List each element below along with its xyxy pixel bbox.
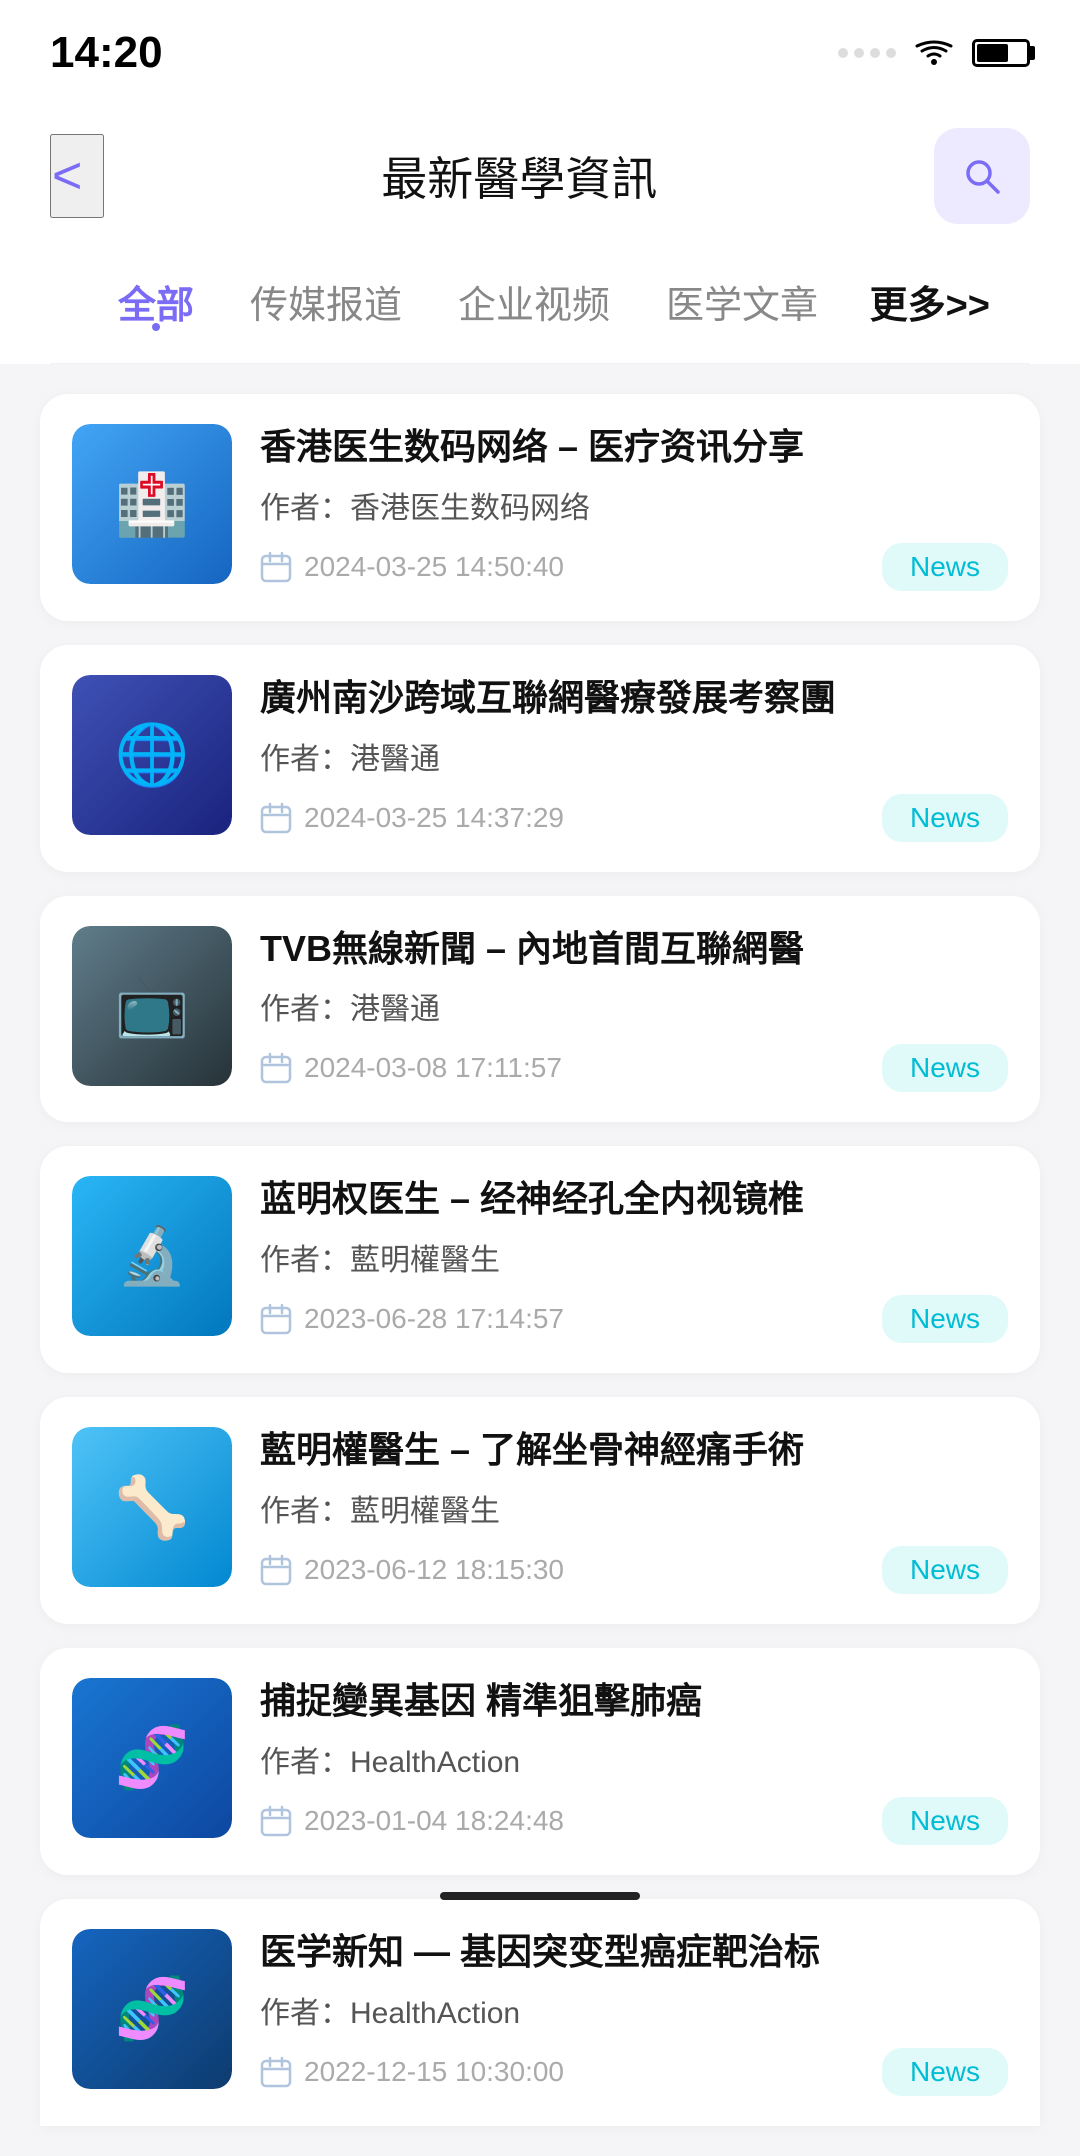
calendar-icon xyxy=(260,1554,292,1586)
back-button[interactable]: < xyxy=(50,134,104,218)
news-tag: News xyxy=(882,543,1008,591)
news-date-row: 2022-12-15 10:30:00 xyxy=(260,2056,564,2088)
calendar-icon xyxy=(260,1052,292,1084)
news-card[interactable]: 香港医生数码网络 – 医疗资讯分享 作者：香港医生数码网络 2024-03-25… xyxy=(40,394,1040,621)
filter-tab-video[interactable]: 企业视频 xyxy=(430,264,638,339)
news-thumbnail xyxy=(72,424,232,584)
filter-tab-media[interactable]: 传媒报道 xyxy=(222,264,430,339)
calendar-icon xyxy=(260,1303,292,1335)
news-author: 作者：HealthAction xyxy=(260,1737,1008,1781)
news-list: 香港医生数码网络 – 医疗资讯分享 作者：香港医生数码网络 2024-03-25… xyxy=(0,364,1080,2156)
news-author: 作者：港醫通 xyxy=(260,734,1008,778)
news-card[interactable]: 蓝明权医生 – 经神经孔全内视镜椎 作者：藍明權醫生 2023-06-28 17… xyxy=(40,1146,1040,1373)
news-thumbnail xyxy=(72,1427,232,1587)
filter-tab-all[interactable]: 全部 xyxy=(90,264,222,339)
news-title: 蓝明权医生 – 经神经孔全内视镜椎 xyxy=(260,1176,1008,1223)
news-meta: 2024-03-25 14:37:29 News xyxy=(260,794,1008,842)
news-title: 香港医生数码网络 – 医疗资讯分享 xyxy=(260,424,1008,471)
news-meta: 2023-06-28 17:14:57 News xyxy=(260,1295,1008,1343)
news-date-row: 2023-06-12 18:15:30 xyxy=(260,1554,564,1586)
news-thumbnail xyxy=(72,1176,232,1336)
news-date: 2023-01-04 18:24:48 xyxy=(304,1805,564,1837)
news-content: TVB無線新聞 – 內地首間互聯網醫 作者：港醫通 2024-03-08 17:… xyxy=(260,926,1008,1093)
news-content: 医学新知 — 基因突变型癌症靶治标 作者：HealthAction 2022-1… xyxy=(260,1929,1008,2096)
news-meta: 2024-03-08 17:11:57 News xyxy=(260,1044,1008,1092)
news-title: 医学新知 — 基因突变型癌症靶治标 xyxy=(260,1929,1008,1976)
news-tag: News xyxy=(882,1546,1008,1594)
filter-tab-article[interactable]: 医学文章 xyxy=(638,264,846,339)
signal-icon xyxy=(838,48,896,58)
news-author: 作者：港醫通 xyxy=(260,984,1008,1028)
news-card[interactable]: 廣州南沙跨域互聯網醫療發展考察團 作者：港醫通 2024-03-25 14:37… xyxy=(40,645,1040,872)
news-tag: News xyxy=(882,1797,1008,1845)
news-tag: News xyxy=(882,1295,1008,1343)
news-card[interactable]: TVB無線新聞 – 內地首間互聯網醫 作者：港醫通 2024-03-08 17:… xyxy=(40,896,1040,1123)
news-date: 2024-03-25 14:50:40 xyxy=(304,551,564,583)
news-author: 作者：藍明權醫生 xyxy=(260,1235,1008,1279)
news-author: 作者：香港医生数码网络 xyxy=(260,483,1008,527)
news-thumbnail xyxy=(72,1678,232,1838)
status-time: 14:20 xyxy=(50,28,163,78)
news-date-row: 2023-01-04 18:24:48 xyxy=(260,1805,564,1837)
news-date: 2023-06-28 17:14:57 xyxy=(304,1303,564,1335)
page-title: 最新醫學資訊 xyxy=(104,143,934,209)
news-title: 藍明權醫生 – 了解坐骨神經痛手術 xyxy=(260,1427,1008,1474)
news-meta: 2023-06-12 18:15:30 News xyxy=(260,1546,1008,1594)
news-date-row: 2024-03-25 14:50:40 xyxy=(260,551,564,583)
status-bar: 14:20 xyxy=(0,0,1080,88)
news-author: 作者：藍明權醫生 xyxy=(260,1486,1008,1530)
news-meta: 2022-12-15 10:30:00 News xyxy=(260,2048,1008,2096)
news-content: 捕捉變異基因 精準狙擊肺癌 作者：HealthAction 2023-01-04… xyxy=(260,1678,1008,1845)
news-date: 2022-12-15 10:30:00 xyxy=(304,2056,564,2088)
search-icon xyxy=(960,154,1004,198)
status-icons xyxy=(838,38,1030,68)
news-meta: 2023-01-04 18:24:48 News xyxy=(260,1797,1008,1845)
news-thumbnail xyxy=(72,926,232,1086)
news-date: 2023-06-12 18:15:30 xyxy=(304,1554,564,1586)
calendar-icon xyxy=(260,1805,292,1837)
news-content: 香港医生数码网络 – 医疗资讯分享 作者：香港医生数码网络 2024-03-25… xyxy=(260,424,1008,591)
news-title: 捕捉變異基因 精準狙擊肺癌 xyxy=(260,1678,1008,1725)
filter-more-button[interactable]: 更多>> xyxy=(870,274,990,329)
news-content: 蓝明权医生 – 经神经孔全内视镜椎 作者：藍明權醫生 2023-06-28 17… xyxy=(260,1176,1008,1343)
news-card[interactable]: 藍明權醫生 – 了解坐骨神經痛手術 作者：藍明權醫生 2023-06-12 18… xyxy=(40,1397,1040,1624)
news-card[interactable]: 捕捉變異基因 精準狙擊肺癌 作者：HealthAction 2023-01-04… xyxy=(40,1648,1040,1875)
news-title: 廣州南沙跨域互聯網醫療發展考察團 xyxy=(260,675,1008,722)
news-date-row: 2024-03-08 17:11:57 xyxy=(260,1052,562,1084)
news-date: 2024-03-25 14:37:29 xyxy=(304,802,564,834)
calendar-icon xyxy=(260,802,292,834)
news-meta: 2024-03-25 14:50:40 News xyxy=(260,543,1008,591)
news-thumbnail xyxy=(72,1929,232,2089)
battery-icon xyxy=(972,39,1030,67)
news-content: 廣州南沙跨域互聯網醫療發展考察團 作者：港醫通 2024-03-25 14:37… xyxy=(260,675,1008,842)
search-button[interactable] xyxy=(934,128,1030,224)
news-tag: News xyxy=(882,2048,1008,2096)
calendar-icon xyxy=(260,2056,292,2088)
news-date: 2024-03-08 17:11:57 xyxy=(304,1052,562,1084)
home-indicator xyxy=(440,1892,640,1900)
news-tag: News xyxy=(882,794,1008,842)
news-thumbnail xyxy=(72,675,232,835)
header: < 最新醫學資訊 全部 传媒报道 企业视频 医学文章 更多>> xyxy=(0,88,1080,364)
news-author: 作者：HealthAction xyxy=(260,1988,1008,2032)
news-card[interactable]: 医学新知 — 基因突变型癌症靶治标 作者：HealthAction 2022-1… xyxy=(40,1899,1040,2126)
filter-row: 全部 传媒报道 企业视频 医学文章 更多>> xyxy=(50,254,1030,364)
wifi-icon xyxy=(914,38,954,68)
calendar-icon xyxy=(260,551,292,583)
news-date-row: 2024-03-25 14:37:29 xyxy=(260,802,564,834)
news-title: TVB無線新聞 – 內地首間互聯網醫 xyxy=(260,926,1008,973)
news-date-row: 2023-06-28 17:14:57 xyxy=(260,1303,564,1335)
news-tag: News xyxy=(882,1044,1008,1092)
news-content: 藍明權醫生 – 了解坐骨神經痛手術 作者：藍明權醫生 2023-06-12 18… xyxy=(260,1427,1008,1594)
